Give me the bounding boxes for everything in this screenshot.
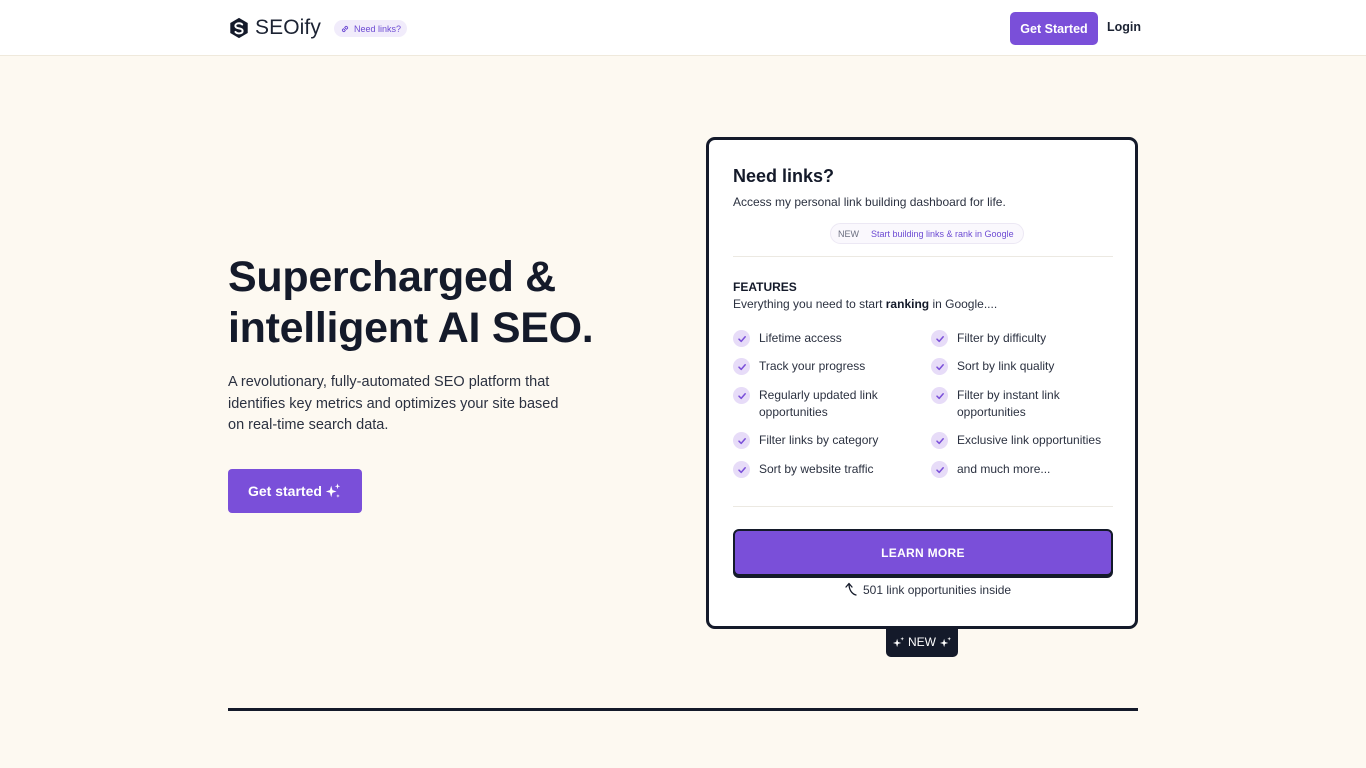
feature-label: Exclusive link opportunities — [957, 433, 1102, 447]
top-navbar: SEOify Need links? Get Started Login — [0, 0, 1366, 56]
new-tag-text: Start building links & rank in Google — [871, 228, 1014, 239]
section-divider — [228, 708, 1138, 711]
new-badge-label: NEW — [908, 635, 936, 649]
learn-more-button[interactable]: LEARN MORE — [733, 529, 1113, 576]
need-links-pill-label: Need links? — [354, 23, 402, 34]
card-subtitle: Access my personal link building dashboa… — [733, 195, 1006, 209]
check-icon — [931, 387, 948, 404]
features-subtitle-bold: ranking — [885, 297, 930, 311]
new-tag-badge: NEW — [838, 228, 859, 239]
check-icon — [931, 358, 948, 375]
check-icon — [733, 330, 750, 347]
feature-item: Sort by website traffic — [733, 461, 909, 478]
features-subtitle-end: in Google.... — [929, 297, 998, 311]
hero-title: Supercharged & intelligent AI SEO. — [228, 253, 594, 352]
divider — [733, 256, 1113, 257]
check-icon — [931, 330, 948, 347]
get-started-button[interactable]: Get Started — [1010, 12, 1098, 45]
feature-label: Regularly updated link opportunities — [759, 388, 878, 419]
hero-subtitle: A revolutionary, fully-automated SEO pla… — [228, 374, 559, 433]
feature-label: Filter links by category — [759, 433, 879, 447]
feature-item: Track your progress — [733, 358, 909, 375]
feature-item: Filter by instant link opportunities — [931, 387, 1107, 421]
feature-item: Regularly updated link opportunities — [733, 387, 909, 421]
logo-text: SEOify — [255, 16, 321, 39]
logo-icon — [230, 17, 248, 39]
features-subtitle-start: Everything you need to start — [733, 297, 886, 311]
features-subtitle: Everything you need to start ranking in … — [733, 297, 997, 311]
check-icon — [733, 358, 750, 375]
feature-item: Filter by difficulty — [931, 330, 1107, 347]
sparkles-icon — [325, 483, 341, 498]
new-tag[interactable]: NEW Start building links & rank in Googl… — [830, 223, 1024, 244]
need-links-pill[interactable]: Need links? — [334, 20, 408, 37]
feature-label: Filter by instant link opportunities — [957, 388, 1060, 419]
sparkles-icon — [939, 636, 952, 647]
link-icon — [341, 25, 349, 32]
feature-item: Sort by link quality — [931, 358, 1107, 375]
opportunities-note: 501 link opportunities inside — [844, 581, 1011, 597]
login-link[interactable]: Login — [1107, 20, 1141, 34]
logo[interactable]: SEOify — [228, 16, 321, 40]
hero-cta-label: Get started — [248, 483, 322, 499]
feature-label: Filter by difficulty — [957, 331, 1047, 345]
check-icon — [733, 432, 750, 449]
opportunities-text: 501 link opportunities inside — [863, 583, 1012, 597]
feature-item: Filter links by category — [733, 432, 909, 449]
feature-item: Exclusive link opportunities — [931, 432, 1107, 449]
check-icon — [931, 461, 948, 478]
features-heading: FEATURES — [733, 280, 797, 294]
hero-get-started-button[interactable]: Get started — [228, 469, 362, 513]
need-links-card: Need links? Access my personal link buil… — [706, 137, 1138, 629]
feature-item: Lifetime access — [733, 330, 909, 347]
card-title: Need links? — [733, 166, 835, 186]
check-icon — [931, 432, 948, 449]
feature-label: Sort by website traffic — [759, 462, 874, 476]
divider — [733, 506, 1113, 507]
feature-label: Lifetime access — [759, 331, 842, 345]
feature-label: and much more... — [957, 462, 1051, 476]
feature-label: Sort by link quality — [957, 359, 1055, 373]
check-icon — [733, 387, 750, 404]
curved-arrow-icon — [845, 582, 857, 596]
feature-label: Track your progress — [759, 359, 866, 373]
check-icon — [733, 461, 750, 478]
sparkles-icon — [892, 636, 905, 647]
feature-item: and much more... — [931, 461, 1107, 478]
new-badge: NEW — [886, 627, 958, 657]
